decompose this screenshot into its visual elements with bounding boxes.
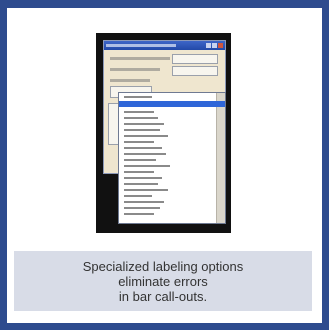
caption-line-1: Specialized labeling options bbox=[82, 258, 244, 274]
dropdown-item[interactable] bbox=[124, 123, 164, 125]
dropdown-item[interactable] bbox=[124, 141, 154, 143]
dropdown-item[interactable] bbox=[124, 111, 154, 113]
dropdown-item[interactable] bbox=[124, 183, 158, 185]
dialog-row bbox=[110, 79, 150, 82]
dropdown-item[interactable] bbox=[124, 207, 160, 209]
close-icon bbox=[218, 43, 223, 48]
dropdown-item[interactable] bbox=[124, 195, 152, 197]
dropdown-scrollbar[interactable] bbox=[216, 93, 225, 223]
dropdown-item[interactable] bbox=[124, 201, 164, 203]
dropdown-item[interactable] bbox=[124, 117, 158, 119]
dropdown-item[interactable] bbox=[124, 171, 154, 173]
dropdown-selected-item[interactable] bbox=[119, 101, 225, 107]
dialog-field bbox=[172, 66, 218, 76]
dropdown-item[interactable] bbox=[124, 147, 162, 149]
labeling-options-screenshot bbox=[97, 34, 230, 232]
caption-line-2: eliminate errors bbox=[118, 273, 208, 289]
dialog-row bbox=[110, 68, 160, 71]
dropdown-item[interactable] bbox=[124, 189, 168, 191]
dropdown-item[interactable] bbox=[124, 96, 152, 98]
dialog-titlebar bbox=[104, 41, 225, 50]
dropdown-item[interactable] bbox=[124, 165, 170, 167]
label-options-dropdown[interactable] bbox=[118, 92, 226, 224]
dialog-title bbox=[106, 44, 176, 47]
dropdown-item[interactable] bbox=[124, 177, 162, 179]
dropdown-item[interactable] bbox=[124, 129, 160, 131]
window-controls bbox=[206, 43, 223, 48]
dropdown-item[interactable] bbox=[124, 159, 156, 161]
dropdown-item[interactable] bbox=[124, 153, 166, 155]
maximize-icon bbox=[212, 43, 217, 48]
dialog-field bbox=[172, 54, 218, 64]
dialog-row bbox=[110, 57, 170, 60]
minimize-icon bbox=[206, 43, 211, 48]
dropdown-item[interactable] bbox=[124, 135, 168, 137]
caption-box: Specialized labeling options eliminate e… bbox=[14, 251, 312, 311]
caption-line-3: in bar call-outs. bbox=[118, 288, 208, 304]
dropdown-item[interactable] bbox=[124, 213, 154, 215]
